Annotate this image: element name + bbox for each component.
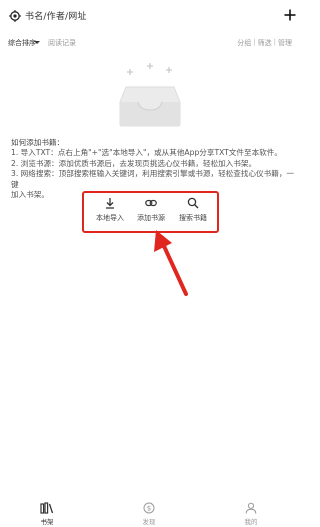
guide-step: 3. 网络搜索：顶部搜索框输入关键词，利用搜索引擎或书源，轻松查找心仪书籍，一键 xyxy=(11,169,295,189)
sort-dropdown[interactable]: 综合排序 xyxy=(8,38,36,48)
local-import-button[interactable]: 本地导入 xyxy=(90,197,130,229)
empty-box-icon xyxy=(119,63,181,127)
bottom-nav: 书架 $ 发现 我的 xyxy=(0,500,300,527)
location-target-icon[interactable] xyxy=(9,10,21,22)
manage-button[interactable]: 管理 xyxy=(278,38,292,48)
tab-discover-label: 发现 xyxy=(142,518,156,526)
search-icon xyxy=(187,197,199,209)
search-books-label: 搜索书籍 xyxy=(179,214,207,222)
search-input[interactable]: 书名/作者/网址 xyxy=(25,9,87,22)
divider: | xyxy=(253,38,256,46)
svg-text:$: $ xyxy=(147,505,151,513)
user-icon xyxy=(245,502,257,514)
red-arrow-annotation xyxy=(154,230,188,296)
filter-button[interactable]: 筛选 xyxy=(258,38,272,48)
divider: | xyxy=(273,38,276,46)
plus-icon[interactable] xyxy=(283,8,297,22)
discover-icon: $ xyxy=(143,502,155,514)
add-source-button[interactable]: 添加书源 xyxy=(131,197,171,229)
bookshelf-icon xyxy=(40,502,54,514)
tab-bookshelf-label: 书架 xyxy=(40,518,54,526)
guide-title: 如何添加书籍： xyxy=(11,138,65,147)
download-icon xyxy=(106,198,114,209)
link-icon xyxy=(145,199,157,207)
guide-step: 2. 浏览书源：添加优质书源后，去发现页挑选心仪书籍，轻松加入书架。 xyxy=(11,158,257,168)
add-source-label: 添加书源 xyxy=(137,214,165,222)
tab-mine-label: 我的 xyxy=(244,518,258,526)
top-bar: 书名/作者/网址 xyxy=(0,0,300,32)
local-import-label: 本地导入 xyxy=(96,214,124,222)
tab-discover[interactable]: $ 发现 xyxy=(129,502,169,526)
group-button[interactable]: 分组 xyxy=(237,38,251,48)
search-books-button[interactable]: 搜索书籍 xyxy=(173,197,213,229)
shelf-actions: 分组 | 筛选 | 管理 xyxy=(237,38,292,48)
sort-bar: 综合排序 阅读记录 分组 | 筛选 | 管理 xyxy=(0,37,300,51)
tab-bookshelf[interactable]: 书架 xyxy=(27,502,67,526)
guide-step: 1. 导入TXT：点右上角"+"选"本地导入"，或从其他App分享TXT文件至本… xyxy=(11,148,282,157)
chevron-down-icon[interactable] xyxy=(34,41,40,44)
tab-mine[interactable]: 我的 xyxy=(231,502,271,526)
reading-history-link[interactable]: 阅读记录 xyxy=(48,38,76,48)
quick-actions-highlight: 本地导入 添加书源 搜索书籍 xyxy=(82,191,219,233)
